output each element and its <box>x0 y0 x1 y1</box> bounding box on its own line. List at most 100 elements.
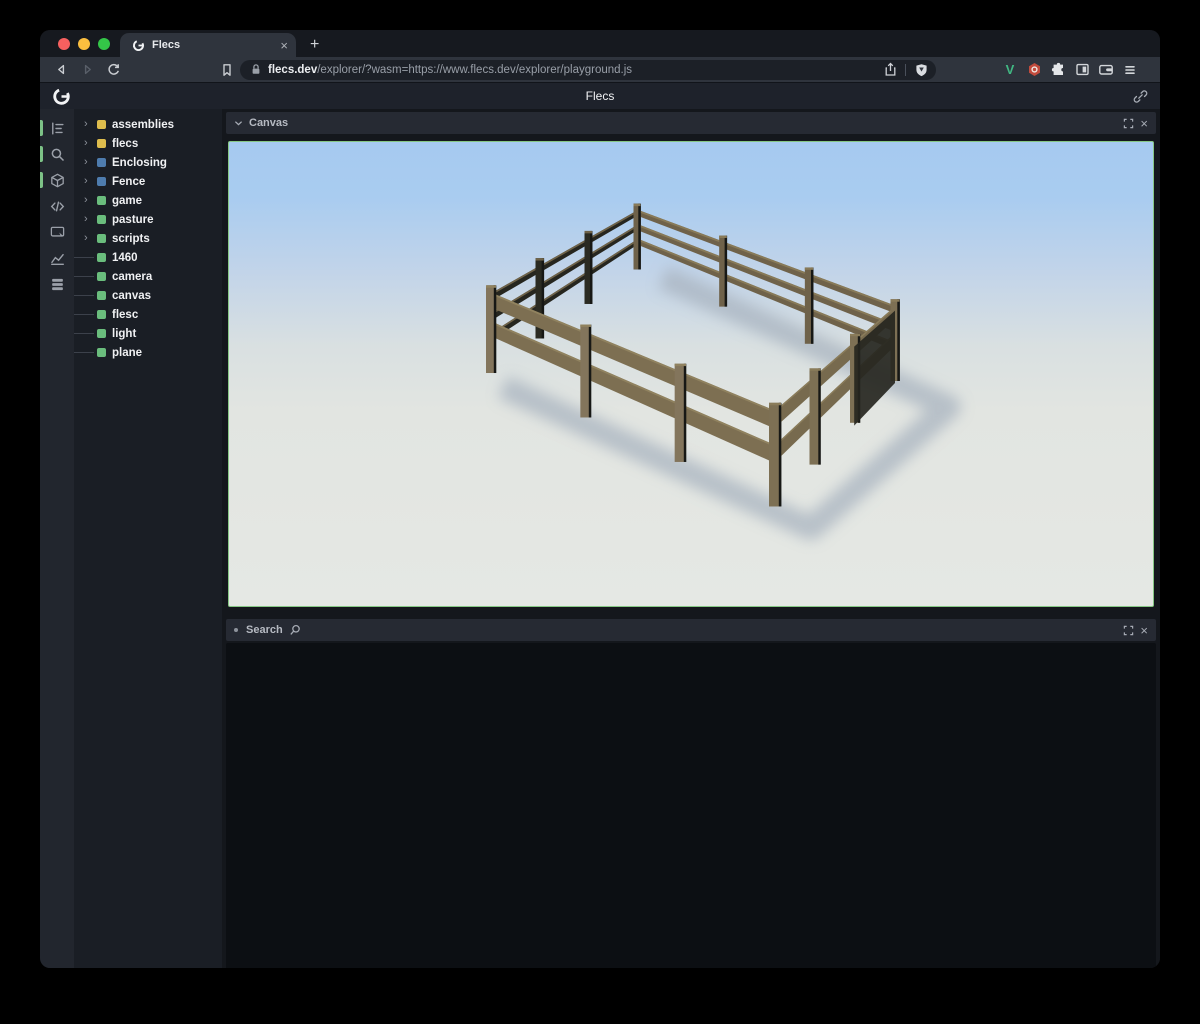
hexagon-extension-icon[interactable] <box>1022 59 1046 81</box>
zoom-window-button[interactable] <box>98 38 110 50</box>
tree-item[interactable]: flesc <box>74 305 222 324</box>
close-window-button[interactable] <box>58 38 70 50</box>
entity-color-square <box>97 272 106 281</box>
fullscreen-icon[interactable] <box>1123 118 1134 129</box>
tool-strip <box>40 109 74 968</box>
tree-item[interactable]: › game <box>74 191 222 210</box>
tree-item[interactable]: camera <box>74 267 222 286</box>
url-path: /explorer/?wasm=https://www.flecs.dev/ex… <box>317 64 875 76</box>
close-panel-icon[interactable]: × <box>1140 624 1148 637</box>
flecs-favicon-icon <box>132 39 145 52</box>
canvas-panel-title: Canvas <box>249 117 288 129</box>
expander-chevron-icon[interactable]: › <box>84 176 97 187</box>
expander-chevron-icon[interactable]: › <box>84 214 97 225</box>
share-icon[interactable] <box>881 59 899 81</box>
entity-label: 1460 <box>112 252 138 264</box>
tree-item[interactable]: plane <box>74 343 222 362</box>
tool-inspector[interactable] <box>40 219 74 245</box>
tree-item[interactable]: ›Fence <box>74 172 222 191</box>
entity-color-square <box>97 291 106 300</box>
search-panel-title: Search <box>246 624 283 636</box>
code-icon <box>50 199 65 214</box>
reload-button[interactable] <box>100 59 126 80</box>
tree-item[interactable]: › Enclosing <box>74 153 222 172</box>
new-tab-button[interactable]: + <box>310 36 319 57</box>
entity-label: camera <box>112 271 152 283</box>
rows-icon <box>50 277 65 292</box>
tab-title: Flecs <box>152 39 273 51</box>
vue-letter: V <box>1006 62 1015 77</box>
extensions-puzzle-icon[interactable] <box>1046 59 1070 81</box>
expander-chevron-icon[interactable]: › <box>84 119 97 130</box>
entity-color-square <box>97 215 106 224</box>
tree-item[interactable]: › scripts <box>74 229 222 248</box>
entity-label: pasture <box>112 214 154 226</box>
urlbar-divider <box>905 64 906 76</box>
tree-item[interactable]: ›flecs <box>74 134 222 153</box>
close-panel-icon[interactable]: × <box>1140 117 1148 130</box>
tree-item[interactable]: ›assemblies <box>74 115 222 134</box>
entity-label: scripts <box>112 233 150 245</box>
search-icon <box>50 147 65 162</box>
bookmark-icon[interactable] <box>214 59 240 80</box>
collapse-chevron-icon[interactable] <box>234 119 243 127</box>
entity-label: Enclosing <box>112 157 167 169</box>
search-panel-body <box>226 643 1156 968</box>
tab-close-icon[interactable]: × <box>280 39 288 52</box>
entity-tree: ›assemblies›flecs›Enclosing›Fence›game›p… <box>74 109 222 968</box>
brave-shield-icon[interactable] <box>912 59 930 81</box>
url-domain: flecs.dev <box>268 64 317 76</box>
browser-window: Flecs × + flecs.dev/explorer/?wasm=https… <box>40 30 1160 968</box>
tree-icon <box>50 121 65 136</box>
menu-icon[interactable] <box>1118 59 1142 81</box>
tree-item[interactable]: light <box>74 324 222 343</box>
entity-label: light <box>112 328 136 340</box>
entity-label: plane <box>112 347 142 359</box>
entity-color-square <box>97 196 106 205</box>
entity-label: game <box>112 195 142 207</box>
browser-tab[interactable]: Flecs × <box>120 33 296 57</box>
share-link-icon[interactable] <box>1133 89 1148 104</box>
expander-chevron-icon[interactable]: › <box>84 157 97 168</box>
back-button[interactable] <box>48 59 74 80</box>
screen-icon <box>50 225 65 240</box>
minimize-window-button[interactable] <box>78 38 90 50</box>
tree-item[interactable]: › pasture <box>74 210 222 229</box>
entity-color-square <box>97 310 106 319</box>
collapsed-dot-icon[interactable] <box>234 628 238 632</box>
app-header: Flecs <box>40 82 1160 109</box>
entity-color-square <box>97 234 106 243</box>
entity-color-square <box>97 348 106 357</box>
tool-code-editor[interactable] <box>40 193 74 219</box>
sidebar-toggle-icon[interactable] <box>1070 59 1094 81</box>
entity-label: flesc <box>112 309 138 321</box>
search-icon <box>289 624 301 636</box>
entity-label: canvas <box>112 290 151 302</box>
tool-entity-tree[interactable] <box>40 115 74 141</box>
app-title: Flecs <box>40 89 1160 103</box>
tool-statistics[interactable] <box>40 245 74 271</box>
forward-button[interactable] <box>74 59 100 80</box>
search-panel-header: Search × <box>226 619 1156 641</box>
canvas-panel-header: Canvas × <box>226 112 1156 134</box>
url-bar[interactable]: flecs.dev/explorer/?wasm=https://www.fle… <box>240 60 936 80</box>
tree-item[interactable]: 1460 <box>74 248 222 267</box>
entity-color-square <box>97 139 106 148</box>
tool-canvas-3d[interactable] <box>40 167 74 193</box>
vue-devtools-icon[interactable]: V <box>998 59 1022 81</box>
active-panel-indicator <box>40 146 43 162</box>
tree-item[interactable]: canvas <box>74 286 222 305</box>
tool-query-search[interactable] <box>40 141 74 167</box>
active-panel-indicator <box>40 172 43 188</box>
wallet-icon[interactable] <box>1094 59 1118 81</box>
fullscreen-icon[interactable] <box>1123 625 1134 636</box>
entity-color-square <box>97 177 106 186</box>
tab-strip: Flecs × + <box>40 30 1160 57</box>
expander-chevron-icon[interactable]: › <box>84 195 97 206</box>
lock-icon <box>250 63 262 76</box>
expander-chevron-icon[interactable]: › <box>84 138 97 149</box>
canvas-3d-viewport[interactable] <box>228 141 1154 607</box>
main-area: ›assemblies›flecs›Enclosing›Fence›game›p… <box>40 109 1160 968</box>
expander-chevron-icon[interactable]: › <box>84 233 97 244</box>
tool-tables[interactable] <box>40 271 74 297</box>
